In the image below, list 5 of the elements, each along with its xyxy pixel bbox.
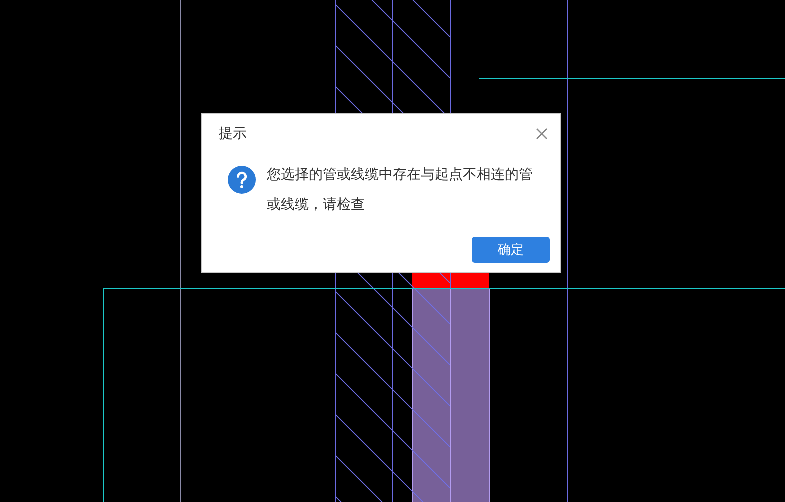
close-icon[interactable] <box>536 128 548 140</box>
dialog-title: 提示 <box>219 125 247 143</box>
dialog-message: 您选择的管或线缆中存在与起点不相连的管或线缆，请检查 <box>267 166 534 215</box>
confirm-button[interactable]: 确定 <box>472 237 550 263</box>
question-icon <box>228 166 256 194</box>
